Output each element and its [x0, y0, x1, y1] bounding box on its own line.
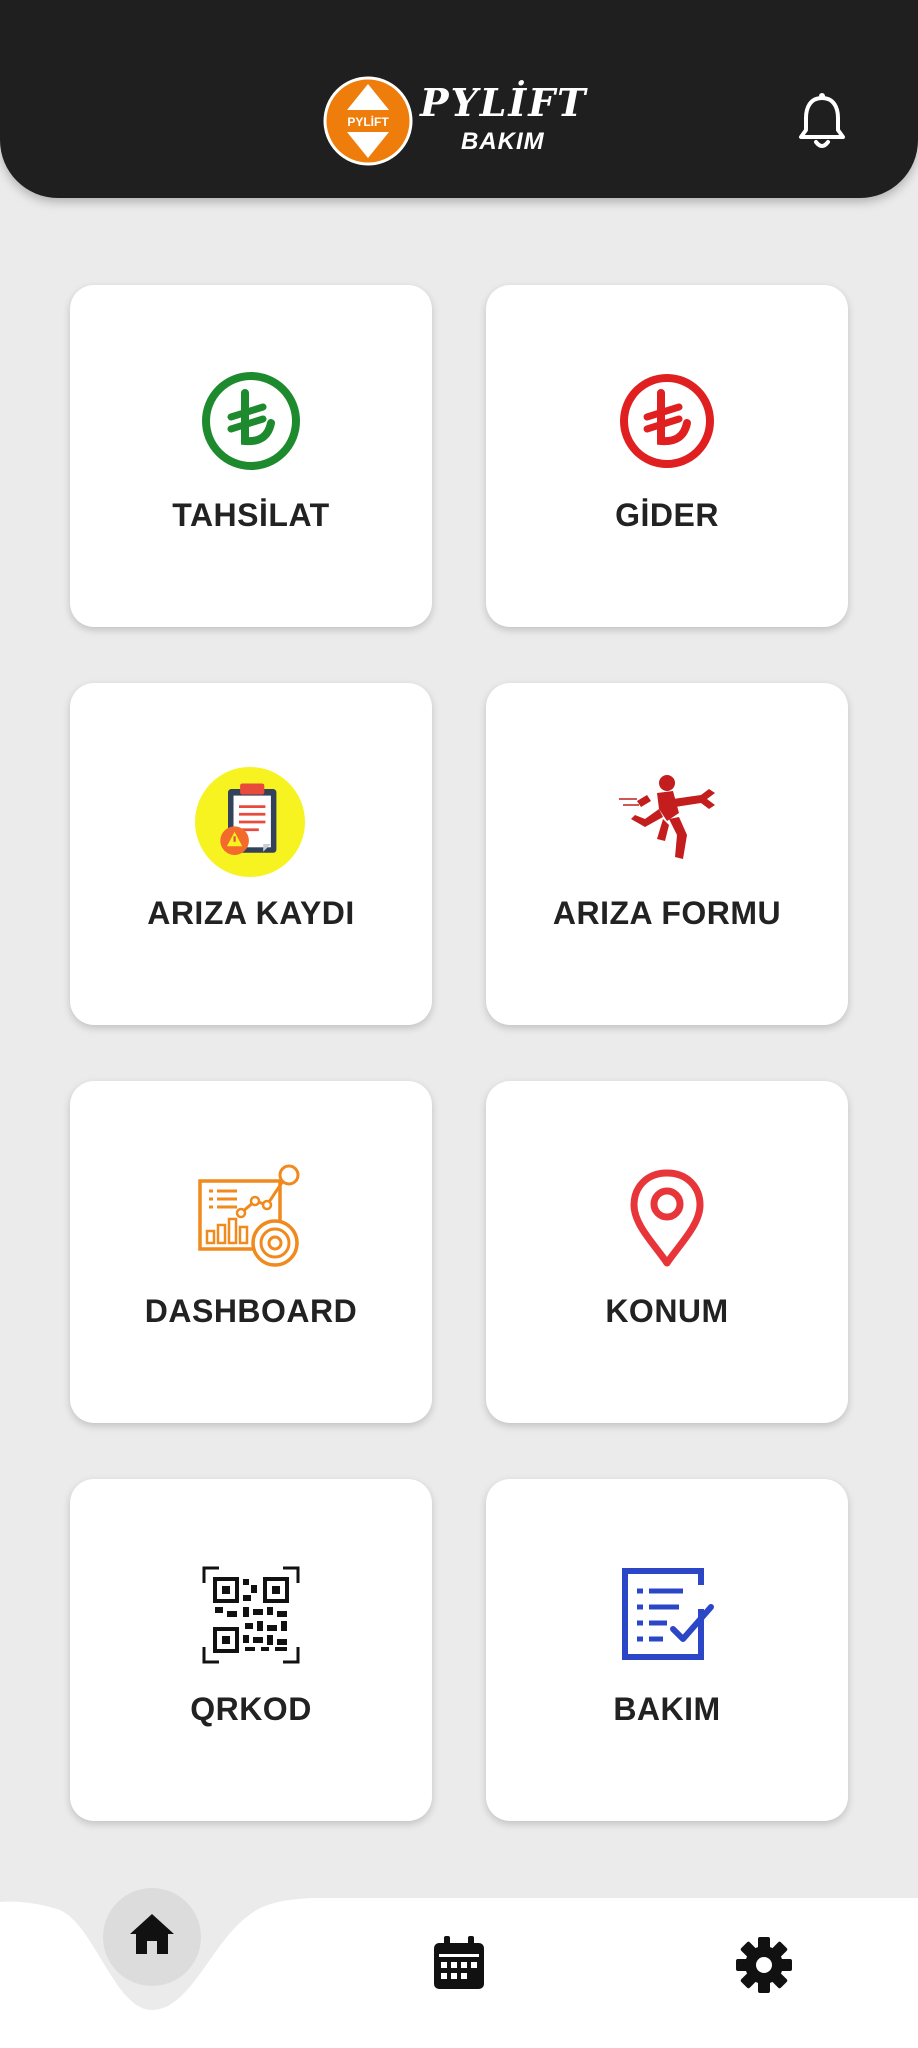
bell-icon[interactable] — [796, 92, 848, 152]
clipboard-warning-icon — [195, 767, 305, 877]
tile-qrkod[interactable]: QRKOD — [70, 1479, 432, 1821]
lira-icon — [202, 372, 300, 470]
qr-code-icon — [202, 1566, 300, 1664]
lira-icon — [620, 374, 714, 468]
tile-label: KONUM — [605, 1293, 729, 1329]
pylift-logo-icon: PYLİFT — [323, 76, 413, 166]
calendar-icon[interactable] — [431, 1934, 487, 1992]
checklist-icon — [622, 1568, 714, 1660]
tile-label: BAKIM — [613, 1691, 721, 1727]
map-pin-icon — [630, 1169, 704, 1267]
tile-konum[interactable]: KONUM — [486, 1081, 848, 1423]
tile-bakim[interactable]: BAKIM — [486, 1479, 848, 1821]
app-header: PYLİFT PYLİFT BAKIM — [0, 0, 918, 198]
running-mechanic-icon — [619, 775, 715, 859]
tile-label: TAHSİLAT — [172, 497, 330, 533]
tile-label: DASHBOARD — [144, 1293, 358, 1329]
logo-badge-text: PYLİFT — [347, 114, 389, 129]
tile-ariza-kaydi[interactable]: ARIZA KAYDI — [70, 683, 432, 1025]
tile-tahsilat[interactable]: TAHSİLAT — [70, 285, 432, 627]
app-logo: PYLİFT PYLİFT BAKIM — [323, 76, 603, 172]
brand-name: PYLİFT — [420, 80, 588, 125]
tile-ariza-formu[interactable]: ARIZA FORMU — [486, 683, 848, 1025]
tile-label: GİDER — [615, 497, 719, 533]
tile-label: ARIZA FORMU — [552, 895, 782, 931]
tile-dashboard[interactable]: DASHBOARD — [70, 1081, 432, 1423]
brand-subtitle: BAKIM — [461, 128, 545, 155]
analytics-dashboard-icon — [198, 1164, 300, 1267]
tile-label: QRKOD — [190, 1691, 312, 1727]
tile-label: ARIZA KAYDI — [147, 895, 355, 931]
settings-gear-icon[interactable] — [735, 1936, 793, 1994]
tile-gider[interactable]: GİDER — [486, 285, 848, 627]
home-icon[interactable] — [128, 1910, 176, 1958]
